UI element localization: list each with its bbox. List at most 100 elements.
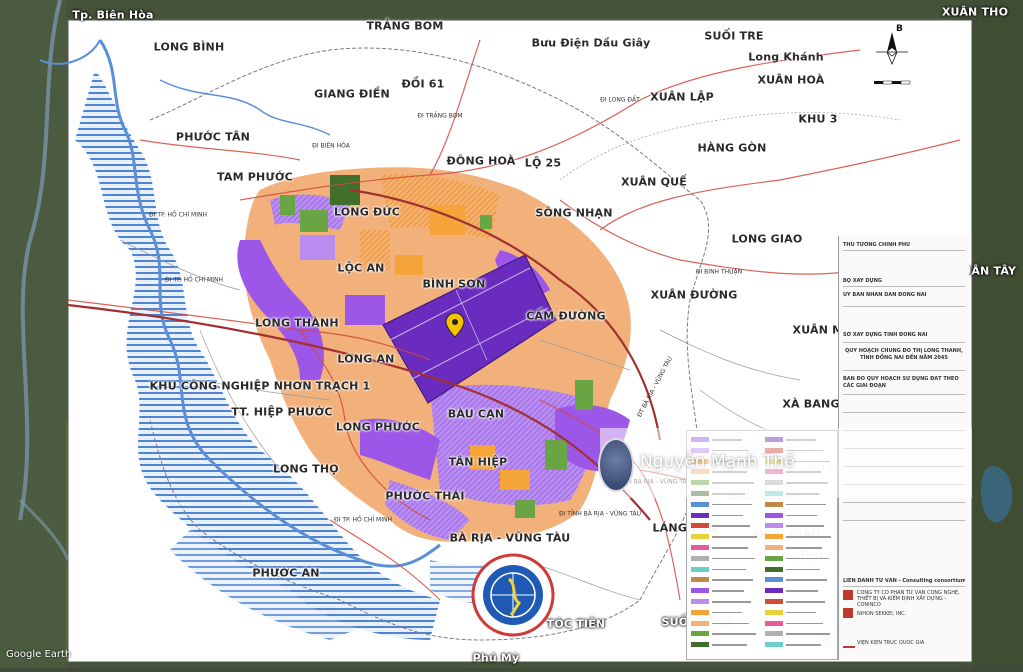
place-label: KHU 3 bbox=[798, 112, 838, 126]
title-block-province: ỦY BAN NHÂN DÂN ĐỒNG NAI bbox=[843, 292, 927, 298]
legend-swatch bbox=[765, 545, 783, 550]
legend-swatch bbox=[765, 620, 783, 626]
title-block-firm1: CÔNG TY CỔ PHẦN TƯ VẤN CÔNG NGHỆ, THIẾT … bbox=[857, 590, 960, 608]
scale-bar-icon bbox=[874, 80, 911, 85]
title-block-firm2: NIHON SEKKEI, INC. bbox=[857, 611, 907, 617]
legend-swatch bbox=[691, 512, 709, 518]
legend-swatch bbox=[691, 534, 709, 540]
legend-entry-text bbox=[712, 514, 743, 517]
road-label: ĐI TP. HỒ CHÍ MINH bbox=[165, 276, 223, 284]
legend-entry-text bbox=[786, 633, 830, 635]
legend-entry-text bbox=[712, 601, 751, 603]
road-label: ĐI TP. HỒ CHÍ MINH bbox=[149, 211, 207, 219]
legend-swatch bbox=[691, 501, 709, 507]
legend-swatch bbox=[765, 534, 783, 540]
place-label: SUỐI TRE bbox=[704, 29, 764, 43]
legend-swatch bbox=[765, 631, 783, 637]
greenery-block-2 bbox=[300, 210, 328, 232]
title-block-department: SỞ XÂY DỰNG TỈNH ĐỒNG NAI bbox=[843, 332, 928, 338]
greenery-block-6 bbox=[515, 500, 535, 518]
place-label: TÂN HIỆP bbox=[448, 455, 508, 469]
place-label: KHU CÔNG NGHIỆP NHƠN TRẠCH 1 bbox=[149, 379, 371, 393]
legend-entry-text bbox=[786, 557, 829, 560]
place-label: LONG BÌNH bbox=[153, 40, 225, 54]
legend-swatch bbox=[765, 642, 783, 648]
title-block-project-title: QUY HOẠCH CHUNG ĐÔ THỊ LONG THÀNH, TỈNH … bbox=[845, 348, 963, 361]
legend-entry-text bbox=[712, 611, 742, 614]
legend-entry-text bbox=[712, 568, 746, 571]
title-block-approver: THỦ TƯỚNG CHÍNH PHỦ bbox=[843, 242, 911, 248]
place-label: PHƯỚC AN bbox=[252, 566, 320, 580]
place-label: Long Khánh bbox=[748, 50, 824, 64]
place-label-outside: TÓC TIÊN bbox=[546, 617, 606, 631]
legend-swatch bbox=[765, 609, 783, 615]
place-label: LỘC AN bbox=[337, 261, 385, 275]
place-label: XUÂN ĐƯỜNG bbox=[650, 288, 738, 302]
satellite-strip-west bbox=[0, 0, 66, 668]
seal-icon bbox=[471, 553, 555, 637]
satellite-strip-east bbox=[973, 0, 1023, 668]
legend-swatch bbox=[691, 555, 709, 561]
legend-swatch bbox=[765, 566, 783, 572]
legend-swatch bbox=[765, 599, 783, 604]
place-label: Bưu Điện Dầu Giây bbox=[531, 36, 651, 50]
place-label: LONG ĐỨC bbox=[333, 205, 401, 219]
legend-swatch bbox=[765, 512, 783, 518]
map-canvas: LONG BÌNH TRẢNG BOM Bưu Điện Dầu Giây SUỐI … bbox=[0, 0, 1023, 668]
place-label: XÀ BANG bbox=[782, 397, 840, 411]
greenery-block-7 bbox=[480, 215, 492, 229]
legend-entry-text bbox=[786, 525, 824, 527]
legend-entry-text bbox=[786, 514, 817, 517]
legend-entry-text bbox=[786, 503, 826, 506]
nihon-sekkei-logo bbox=[843, 608, 853, 618]
legend-swatch bbox=[765, 588, 783, 594]
legend-swatch bbox=[691, 631, 709, 637]
legend-swatch bbox=[691, 599, 709, 604]
viak-logo bbox=[843, 636, 855, 648]
legend-entry-text bbox=[712, 579, 753, 581]
place-label-outside: Phú Mỹ bbox=[472, 651, 520, 665]
scale-bar bbox=[872, 74, 912, 88]
legend-entry-text bbox=[786, 568, 820, 571]
legend-entry-text bbox=[712, 547, 748, 549]
place-label: GIANG ĐIỀN bbox=[314, 87, 390, 101]
legend-entry-text bbox=[712, 644, 747, 646]
legend-swatch bbox=[691, 566, 709, 572]
north-arrow-label: B bbox=[896, 24, 903, 34]
legend-swatch bbox=[765, 577, 783, 583]
place-label: LONG AN bbox=[337, 352, 395, 366]
place-label: ĐÔNG HOÀ bbox=[446, 154, 516, 168]
legend-entry-text bbox=[786, 536, 831, 538]
title-block-firm3: VIỆN KIẾN TRÚC QUỐC GIA bbox=[857, 640, 925, 646]
north-arrow-icon bbox=[876, 32, 908, 66]
place-label-outside: Tp. Biên Hòa bbox=[72, 8, 154, 22]
legend-entry-text bbox=[786, 622, 823, 625]
road-label: ĐI LONG ĐẤT bbox=[600, 96, 640, 104]
legend-swatch bbox=[691, 609, 709, 615]
place-label: LONG THÀNH bbox=[255, 316, 339, 330]
legend-entry-text bbox=[712, 633, 756, 635]
legend-entry-text bbox=[786, 579, 827, 581]
google-earth-attribution: Google Earth bbox=[6, 649, 72, 660]
place-label: SÔNG NHẠN bbox=[535, 206, 613, 220]
legend-swatch bbox=[691, 620, 709, 626]
road-label: ĐI TRẢNG BOM bbox=[417, 112, 463, 120]
place-label: BÌNH SƠN bbox=[422, 277, 486, 291]
watermark-avatar bbox=[598, 438, 634, 492]
legend-entry-text bbox=[712, 622, 749, 625]
place-label: PHƯỚC TÂN bbox=[175, 130, 251, 144]
place-label: LONG PHƯỚC bbox=[335, 420, 421, 434]
legend-swatch bbox=[691, 545, 709, 550]
place-label: XUÂN LẬP bbox=[650, 90, 714, 104]
place-label: TRẢNG BOM bbox=[366, 19, 444, 33]
legend-swatch bbox=[691, 642, 709, 648]
legend-entry-text bbox=[712, 525, 750, 527]
legend-swatch bbox=[765, 523, 783, 529]
legend-entry-text bbox=[712, 536, 757, 538]
place-label: XUÂN QUẾ bbox=[620, 175, 688, 189]
title-block-drawing-title: BẢN ĐỒ QUY HOẠCH SỬ DỤNG ĐẤT THEO CÁC GI… bbox=[843, 376, 959, 389]
legend-entry-text bbox=[712, 557, 755, 560]
legend-swatch bbox=[765, 501, 783, 507]
legend-entry-text bbox=[712, 503, 752, 506]
place-label: CẨM ĐƯỜNG bbox=[526, 309, 606, 323]
